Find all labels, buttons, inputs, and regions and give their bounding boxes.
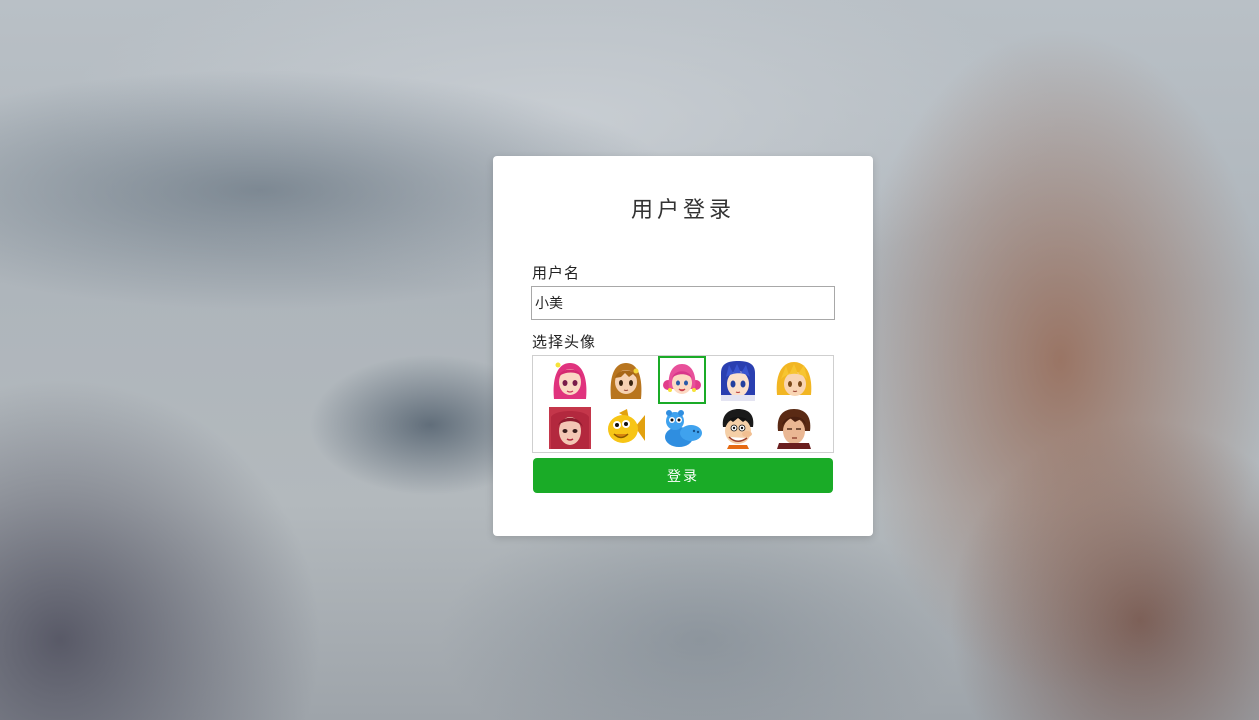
avatar-option[interactable] xyxy=(602,404,650,452)
blue-hair-boy-avatar xyxy=(717,359,759,401)
blonde-boy-avatar xyxy=(773,359,815,401)
pigtail-girl-avatar xyxy=(661,359,703,401)
avatar-label: 选择头像 xyxy=(532,333,597,351)
page-title: 用户登录 xyxy=(630,198,735,223)
red-hair-woman-avatar xyxy=(549,407,591,449)
username-label: 用户名 xyxy=(532,264,581,282)
login-card: 用户登录 用户名 选择头像 xyxy=(493,156,873,536)
blue-hippo-avatar xyxy=(661,407,703,449)
brown-hair-girl-avatar xyxy=(605,359,647,401)
brown-hair-man-avatar xyxy=(773,407,815,449)
avatar-option[interactable] xyxy=(714,356,762,404)
avatar-picker xyxy=(532,355,834,453)
avatar-option[interactable] xyxy=(602,356,650,404)
avatar-option[interactable] xyxy=(770,356,818,404)
cartoon-man-avatar xyxy=(717,407,759,449)
username-input[interactable] xyxy=(531,286,835,320)
avatar-grid xyxy=(546,356,818,452)
avatar-option[interactable] xyxy=(658,404,706,452)
avatar-option[interactable] xyxy=(546,404,594,452)
avatar-option[interactable] xyxy=(714,404,762,452)
pink-hair-girl-avatar xyxy=(549,359,591,401)
yellow-fish-avatar xyxy=(605,407,647,449)
login-button[interactable]: 登录 xyxy=(533,458,833,493)
avatar-option[interactable] xyxy=(546,356,594,404)
avatar-option-selected[interactable] xyxy=(658,356,706,404)
avatar-option[interactable] xyxy=(770,404,818,452)
